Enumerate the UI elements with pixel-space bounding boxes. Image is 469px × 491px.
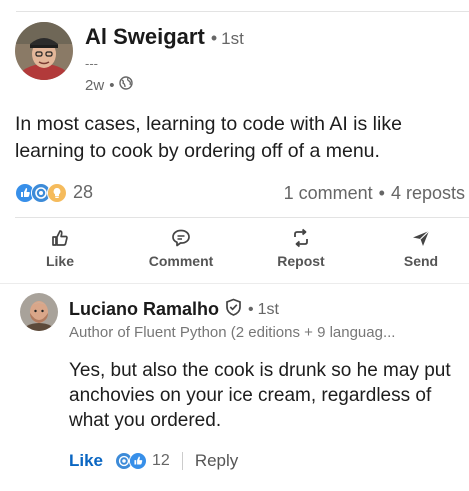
comment-actions-separator	[181, 452, 183, 470]
author-avatar[interactable]	[15, 22, 73, 80]
stats-divider	[15, 217, 469, 218]
like-button-label: Like	[45, 253, 74, 269]
post-action-bar: Like Comment Repost Send	[0, 228, 469, 270]
post-text: In most cases, learning to code with AI …	[15, 113, 402, 162]
author-headline: ---	[85, 56, 98, 71]
repost-button-label: Repost	[277, 253, 325, 269]
insightful-reaction-icon	[47, 182, 67, 203]
commenter-name[interactable]: Luciano Ramalho	[69, 299, 219, 320]
repost-button[interactable]: Repost	[256, 228, 346, 269]
send-button-label: Send	[403, 253, 439, 269]
reposts-count-link[interactable]: 4 reposts	[391, 183, 465, 204]
author-line: Al Sweigart • 1st	[85, 24, 244, 54]
comment-reaction-icons[interactable]	[115, 452, 148, 470]
commenter-headline: Author of Fluent Python (2 editions + 9 …	[69, 324, 396, 341]
commenter-avatar[interactable]	[20, 293, 58, 331]
commenter-degree: 1st	[257, 300, 279, 318]
comment-like-button[interactable]: Like	[69, 451, 103, 471]
comment-button[interactable]: Comment	[136, 228, 226, 269]
thumbs-up-icon	[50, 228, 70, 248]
post-meta: 2w •	[85, 76, 134, 94]
reaction-count: 28	[73, 182, 94, 202]
comment-reaction-count: 12	[152, 452, 170, 469]
comment-actions: Like 12 Reply	[69, 450, 238, 472]
comments-divider	[0, 283, 469, 284]
reactions-summary[interactable]: 28	[15, 182, 93, 203]
like-reaction-icon	[129, 452, 148, 470]
time-separator: •	[109, 76, 115, 94]
globe-icon	[119, 76, 134, 94]
comment-reply-button[interactable]: Reply	[195, 451, 238, 471]
post-time: 2w	[85, 76, 105, 94]
degree-separator: •	[210, 28, 218, 48]
stats-separator: •	[378, 183, 385, 203]
reaction-icons	[15, 182, 67, 203]
author-name[interactable]: Al Sweigart	[85, 24, 205, 50]
repost-arrows-icon	[291, 228, 311, 248]
like-button[interactable]: Like	[15, 228, 105, 269]
connection-degree: 1st	[221, 29, 244, 48]
comment-button-label: Comment	[148, 253, 214, 269]
send-paper-plane-icon	[411, 228, 431, 248]
comment-bubble-icon	[171, 228, 191, 248]
shield-check-icon	[225, 298, 242, 321]
comments-count-link[interactable]: 1 comment	[284, 183, 373, 204]
send-button[interactable]: Send	[376, 228, 466, 269]
commenter-line: Luciano Ramalho • 1st	[69, 298, 279, 321]
comment-text: Yes, but also the cook is drunk so he ma…	[69, 360, 451, 431]
commenter-degree-separator: •	[248, 300, 254, 318]
top-divider	[16, 11, 469, 12]
post-stats: 1 comment • 4 reposts	[284, 183, 465, 204]
